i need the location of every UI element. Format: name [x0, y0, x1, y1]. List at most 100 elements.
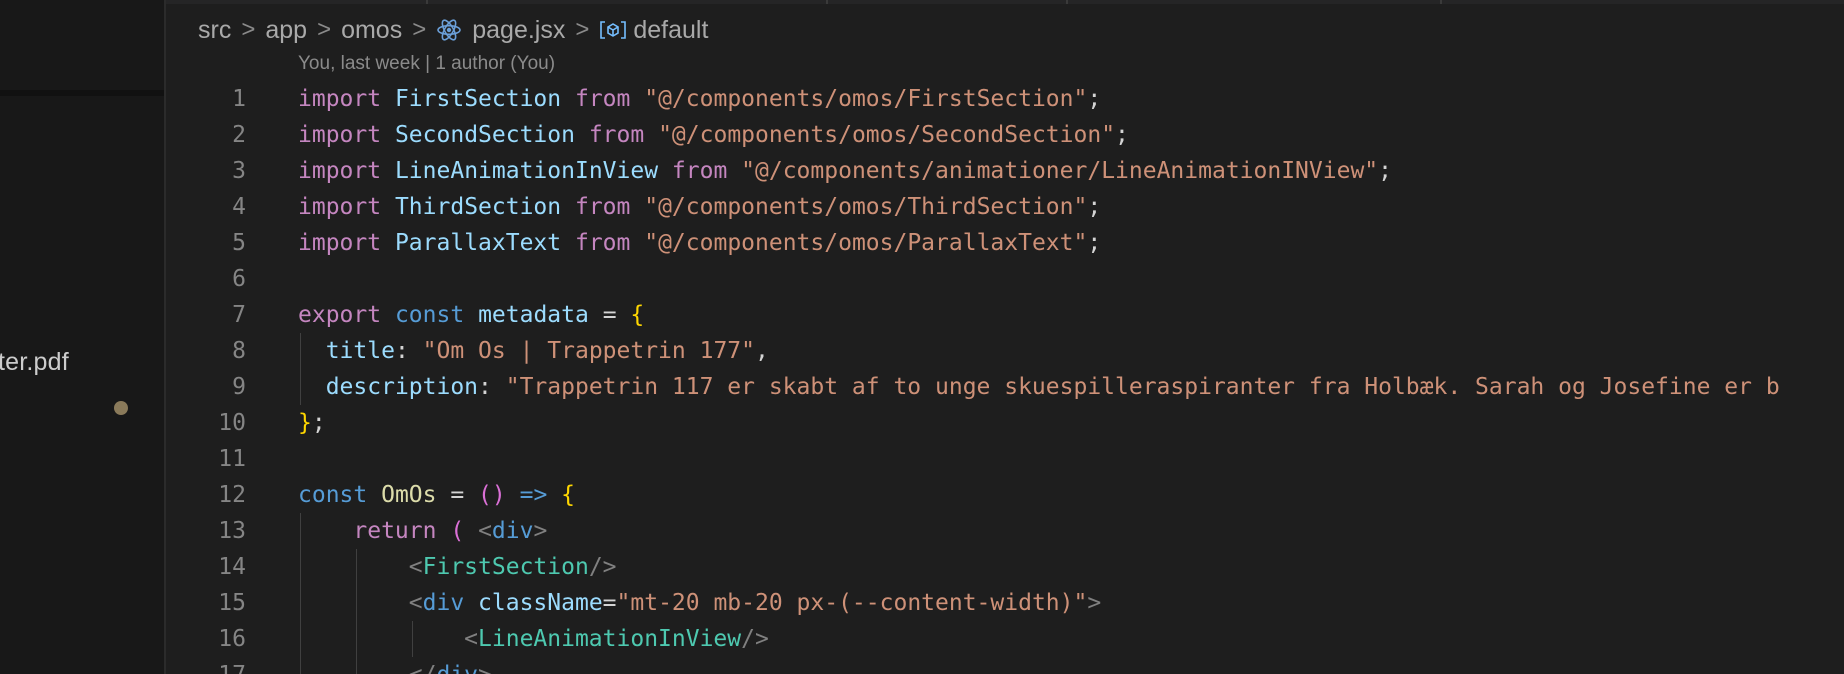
code-line[interactable]: 11 — [166, 441, 1844, 477]
modified-indicator-icon — [114, 401, 128, 415]
line-number: 13 — [218, 518, 246, 544]
code-line[interactable]: 9 description: "Trappetrin 117 er skabt … — [166, 369, 1844, 405]
code-token: className — [478, 590, 603, 616]
code-token: from — [588, 122, 645, 148]
git-blame-codelens[interactable]: You, last week | 1 author (You) — [298, 53, 555, 75]
code-token: ( — [450, 518, 465, 544]
code-line[interactable]: 5 import ParallaxText from "@/components/… — [166, 225, 1844, 261]
line-number: 1 — [232, 86, 246, 112]
tab-separator — [426, 0, 428, 4]
code-line[interactable]: 8 title: "Om Os | Trappetrin 177", — [166, 333, 1844, 369]
code-token: ; — [311, 410, 326, 436]
breadcrumb-src[interactable]: src — [198, 16, 231, 45]
code-line[interactable]: 4 import ThirdSection from "@/components/… — [166, 189, 1844, 225]
line-number: 12 — [218, 482, 246, 508]
code-text: title: "Om Os | Trappetrin 177", — [298, 333, 769, 369]
code-token: "Trappetrin 117 er skabt af to unge skue… — [505, 374, 1780, 400]
code-line[interactable]: 6 — [166, 261, 1844, 297]
code-token: import — [298, 230, 382, 256]
breadcrumb-file[interactable]: page.jsx — [472, 16, 565, 45]
sidebar-file-item[interactable]: ter.pdf — [0, 348, 69, 377]
code-token: => — [519, 482, 548, 508]
code-text: const OmOs = () => { — [298, 477, 575, 513]
tab-separator — [1066, 0, 1068, 4]
code-token: FirstSection — [422, 554, 589, 580]
breadcrumb-separator: > — [317, 16, 332, 43]
code-token: < — [408, 590, 423, 616]
symbol-variable-icon — [599, 19, 627, 41]
line-number: 5 — [232, 230, 246, 256]
code-line[interactable]: 2 import SecondSection from "@/components… — [166, 117, 1844, 153]
line-number: 10 — [218, 410, 246, 436]
code-line[interactable]: 17 </div> — [166, 657, 1844, 674]
breadcrumb-omos[interactable]: omos — [341, 16, 402, 45]
breadcrumb-app[interactable]: app — [265, 16, 307, 45]
code-token: ; — [1115, 122, 1129, 148]
code-token: div — [422, 590, 465, 616]
code-token: { — [561, 482, 576, 508]
code-token: </ — [409, 662, 437, 674]
code-line[interactable]: 10}; — [166, 405, 1844, 441]
code-text: }; — [298, 405, 326, 441]
code-token: LineAnimationInView — [478, 626, 742, 652]
code-text: import FirstSection from "@/components/o… — [298, 81, 1101, 117]
code-text: import LineAnimationInView from "@/compo… — [298, 153, 1392, 189]
code-token: from — [671, 158, 728, 184]
code-token: "@/components/omos/ThirdSection" — [644, 194, 1088, 220]
code-token: import — [298, 158, 382, 184]
breadcrumb-separator: > — [412, 16, 427, 43]
code-text: export const metadata = { — [298, 297, 644, 333]
react-icon — [436, 17, 462, 43]
code-text: return ( <div> — [298, 513, 547, 549]
code-token: metadata — [478, 302, 589, 328]
code-line[interactable]: 13 return ( <div> — [166, 513, 1844, 549]
code-line[interactable]: 14 <FirstSection/> — [166, 549, 1844, 585]
code-line[interactable]: 16 <LineAnimationInView/> — [166, 621, 1844, 657]
code-line[interactable]: 12 const OmOs = () => { — [166, 477, 1844, 513]
breadcrumb-symbol[interactable]: default — [633, 16, 708, 45]
code-line[interactable]: 1 import FirstSection from "@/components/… — [166, 81, 1844, 117]
line-number: 9 — [232, 374, 246, 400]
code-line[interactable]: 7 export const metadata = { — [166, 297, 1844, 333]
code-token: = — [436, 482, 479, 508]
line-number: 3 — [232, 158, 246, 184]
line-number: 6 — [232, 266, 246, 292]
line-number: 16 — [218, 626, 246, 652]
code-token: OmOs — [381, 482, 437, 508]
code-token: "@/components/omos/SecondSection" — [658, 122, 1116, 148]
code-text: <LineAnimationInView/> — [298, 621, 769, 657]
code-editor[interactable]: src > app > omos > page.jsx > default Yo… — [166, 0, 1844, 674]
code-token: : — [394, 338, 423, 364]
code-token: "mt-20 mb-20 px-(--content-width)" — [616, 590, 1088, 616]
code-token: ThirdSection — [394, 194, 562, 220]
code-token: > — [1087, 590, 1102, 616]
sidebar-divider — [0, 90, 164, 96]
line-number: 14 — [218, 554, 246, 580]
line-number: 15 — [218, 590, 246, 616]
line-number: 8 — [232, 338, 246, 364]
code-token: ParallaxText — [394, 230, 562, 256]
code-token: "@/components/omos/FirstSection" — [644, 86, 1088, 112]
code-line[interactable]: 15 <div className="mt-20 mb-20 px-(--con… — [166, 585, 1844, 621]
code-token: : — [478, 374, 506, 400]
code-token: title — [325, 338, 395, 364]
code-lines[interactable]: 1 import FirstSection from "@/components/… — [166, 81, 1844, 674]
code-line[interactable]: 3 import LineAnimationInView from "@/comp… — [166, 153, 1844, 189]
